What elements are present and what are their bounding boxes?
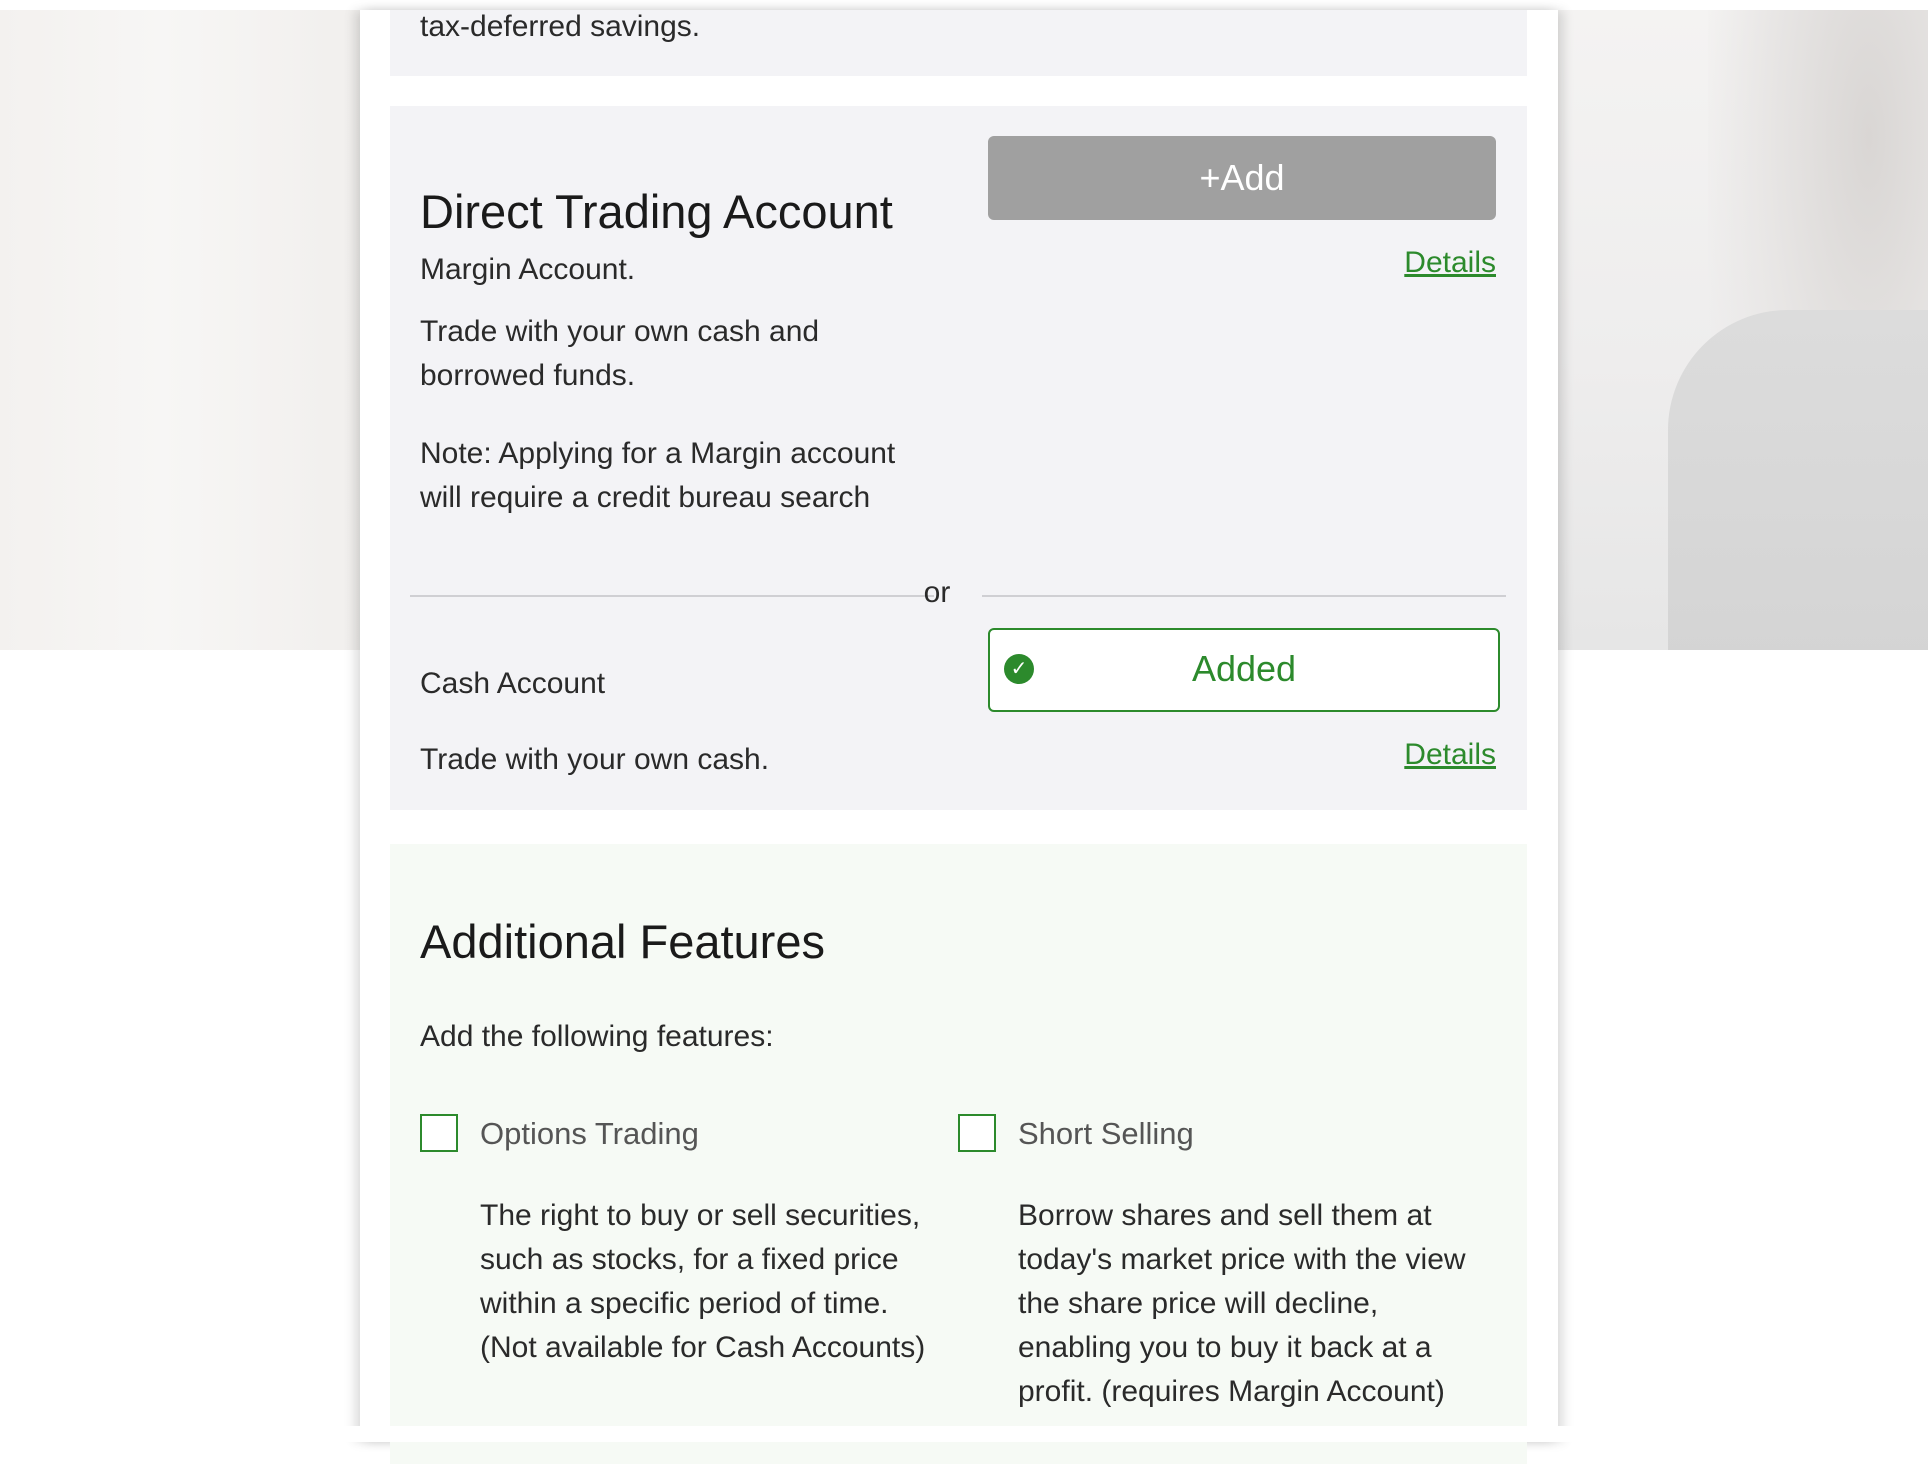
- short-desc-line: Borrow shares and sell them at: [1018, 1199, 1432, 1232]
- margin-note-line-1: Note: Applying for a Margin account: [420, 437, 896, 470]
- options-trading-checkbox[interactable]: [420, 1114, 458, 1152]
- short-desc-line: profit. (requires Margin Account): [1018, 1375, 1445, 1408]
- additional-features-intro: Add the following features:: [420, 1020, 774, 1053]
- previous-account-card: tax-deferred savings.: [390, 10, 1527, 76]
- cash-account-added-button[interactable]: ✓ Added: [988, 628, 1500, 712]
- or-label: or: [923, 576, 951, 609]
- additional-features-card: Additional Features Add the following fe…: [390, 844, 1527, 1464]
- previous-card-text: tax-deferred savings.: [420, 10, 701, 43]
- or-divider: or: [410, 576, 1506, 616]
- direct-trading-title: Direct Trading Account: [420, 185, 893, 238]
- options-desc-line: such as stocks, for a fixed price: [480, 1243, 899, 1276]
- cash-details-link[interactable]: Details: [1404, 738, 1496, 772]
- options-desc-line: The right to buy or sell securities,: [480, 1199, 921, 1232]
- additional-features-title: Additional Features: [420, 915, 825, 968]
- divider-line-right: [982, 595, 1506, 597]
- margin-desc-line-2: borrowed funds.: [420, 359, 636, 392]
- options-trading-description: The right to buy or sell securities, suc…: [480, 1194, 940, 1370]
- short-desc-line: enabling you to buy it back at a: [1018, 1331, 1432, 1364]
- options-desc-line: within a specific period of time.: [480, 1287, 889, 1320]
- short-desc-line: today's market price with the view: [1018, 1243, 1466, 1276]
- margin-note-line-2: will require a credit bureau search: [420, 481, 871, 514]
- direct-trading-account-card: Direct Trading Account +Add Details Marg…: [390, 106, 1527, 810]
- margin-details-link[interactable]: Details: [1404, 246, 1496, 280]
- form-panel: tax-deferred savings. Direct Trading Acc…: [360, 10, 1558, 1464]
- bottom-edge: [0, 1426, 1928, 1442]
- added-label: Added: [1191, 648, 1297, 689]
- cash-account-title: Cash Account: [420, 667, 606, 700]
- cash-account-desc: Trade with your own cash.: [420, 743, 770, 776]
- short-selling-label[interactable]: Short Selling: [1018, 1116, 1194, 1152]
- short-desc-line: the share price will decline,: [1018, 1287, 1379, 1320]
- add-margin-account-button[interactable]: +Add: [988, 136, 1496, 220]
- options-desc-line: (Not available for Cash Accounts): [480, 1331, 926, 1364]
- short-selling-description: Borrow shares and sell them at today's m…: [1018, 1194, 1478, 1414]
- background-image-left: [0, 10, 360, 650]
- short-selling-checkbox[interactable]: [958, 1114, 996, 1152]
- background-image-woman: [1558, 10, 1928, 650]
- margin-account-title: Margin Account.: [420, 253, 636, 286]
- background-shoulder-shape: [1668, 310, 1928, 650]
- margin-desc-line-1: Trade with your own cash and: [420, 315, 820, 348]
- divider-line-left: [410, 595, 934, 597]
- options-trading-label[interactable]: Options Trading: [480, 1116, 699, 1152]
